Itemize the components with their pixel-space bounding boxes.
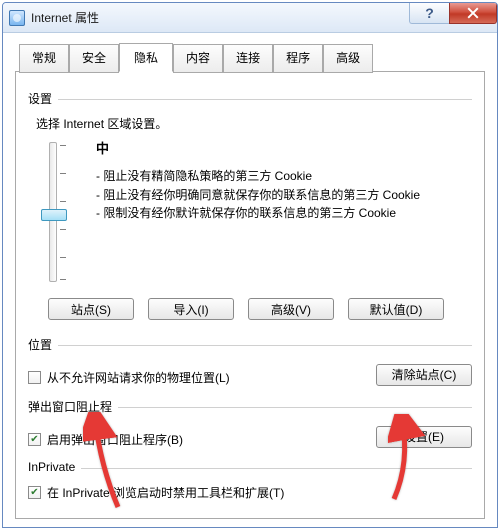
privacy-slider[interactable]	[49, 142, 57, 282]
location-checkbox-label: 从不允许网站请求你的物理位置(L)	[47, 369, 230, 386]
bullet: - 阻止没有经你明确同意就保存你的联系信息的第三方 Cookie	[96, 186, 472, 205]
dialog-window: Internet 属性 ? 常规 安全 隐私 内容 连接 程序 高级 设置 选择…	[2, 2, 498, 528]
popup-settings-button[interactable]: 设置(E)	[376, 426, 472, 448]
help-button[interactable]: ?	[409, 3, 449, 24]
tab-programs[interactable]: 程序	[273, 44, 323, 73]
location-section-label: 位置	[28, 336, 52, 353]
tab-content[interactable]: 内容	[173, 44, 223, 73]
divider	[81, 468, 472, 469]
zone-instruction: 选择 Internet 区域设置。	[36, 115, 472, 132]
privacy-level-title: 中	[96, 138, 472, 157]
divider	[58, 345, 472, 346]
close-icon	[467, 7, 479, 19]
tab-strip: 常规 安全 隐私 内容 连接 程序 高级	[19, 43, 485, 72]
slider-thumb[interactable]	[41, 209, 67, 221]
tab-general[interactable]: 常规	[19, 44, 69, 73]
popup-section-label: 弹出窗口阻止程	[28, 398, 112, 415]
inprivate-checkbox[interactable]	[28, 486, 41, 499]
app-icon	[9, 10, 25, 26]
advanced-button[interactable]: 高级(V)	[248, 298, 334, 320]
popup-blocker-checkbox[interactable]	[28, 433, 41, 446]
tab-security[interactable]: 安全	[69, 44, 119, 73]
clear-sites-button[interactable]: 清除站点(C)	[376, 364, 472, 386]
popup-checkbox-label: 启用弹出窗口阻止程序(B)	[47, 431, 183, 448]
close-button[interactable]	[449, 3, 497, 24]
privacy-description: - 阻止没有精简隐私策略的第三方 Cookie - 阻止没有经你明确同意就保存你…	[96, 167, 472, 223]
sites-button[interactable]: 站点(S)	[48, 298, 134, 320]
divider	[118, 407, 472, 408]
divider	[58, 99, 472, 100]
tab-panel-privacy: 设置 选择 Internet 区域设置。	[15, 71, 485, 519]
question-icon: ?	[425, 5, 434, 21]
inprivate-section-label: InPrivate	[28, 460, 75, 474]
inprivate-checkbox-label: 在 InPrivate 浏览启动时禁用工具栏和扩展(T)	[47, 484, 284, 501]
import-button[interactable]: 导入(I)	[148, 298, 234, 320]
window-title: Internet 属性	[31, 9, 99, 26]
bullet: - 限制没有经你默许就保存你的联系信息的第三方 Cookie	[96, 204, 472, 223]
location-checkbox[interactable]	[28, 371, 41, 384]
default-button[interactable]: 默认值(D)	[348, 298, 444, 320]
settings-section-label: 设置	[28, 90, 52, 107]
tab-advanced[interactable]: 高级	[323, 44, 373, 73]
tab-privacy[interactable]: 隐私	[119, 43, 173, 72]
bullet: - 阻止没有精简隐私策略的第三方 Cookie	[96, 167, 472, 186]
title-bar[interactable]: Internet 属性 ?	[3, 3, 497, 33]
tab-connections[interactable]: 连接	[223, 44, 273, 73]
